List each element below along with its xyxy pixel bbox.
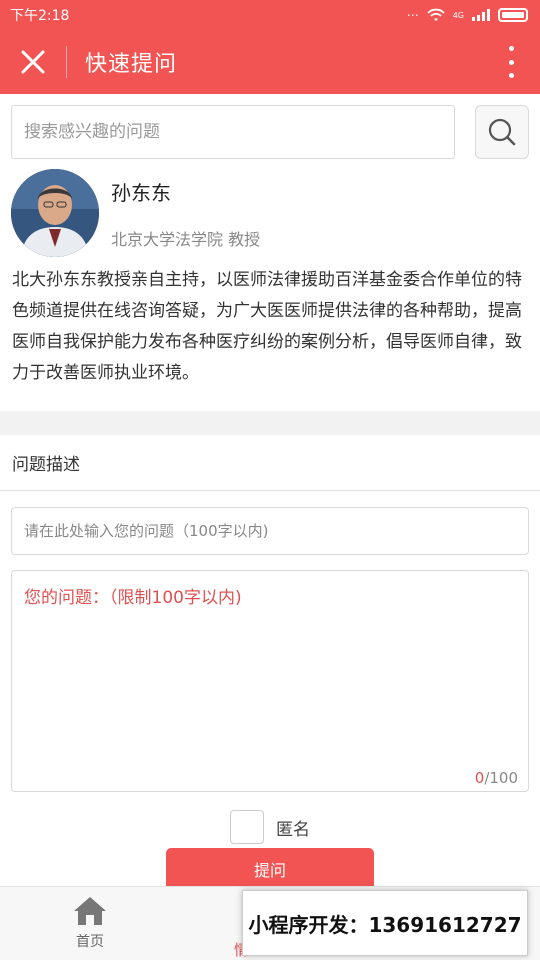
more-dot-icon (508, 59, 514, 65)
battery-icon (498, 8, 528, 22)
status-bar: 下午2:18 ⋯ 4G (0, 0, 540, 30)
search-button[interactable] (475, 105, 529, 159)
status-time: 下午2:18 (10, 8, 70, 24)
wifi-icon (427, 8, 445, 21)
avatar (11, 169, 99, 257)
expert-profile: 孙东东 北京大学法学院 教授 (0, 159, 540, 259)
anonymous-row: 匿名 (0, 808, 540, 846)
signal-icon (472, 9, 490, 21)
char-counter: 0/100 (475, 769, 518, 787)
anonymous-label: 匿名 (276, 819, 310, 840)
question-detail-box: 0/100 (11, 570, 529, 792)
section-title: 问题描述 (0, 435, 540, 491)
expert-introduction: 北大孙东东教授亲自主持，以医师法律援助百洋基金委合作单位的特色频道提供在线咨询答… (12, 270, 522, 383)
search-icon (489, 118, 516, 146)
status-icons: ⋯ 4G (407, 8, 528, 22)
tab-home-label: 首页 (76, 934, 104, 950)
alarm-icon: ⋯ (406, 8, 419, 22)
search-row (0, 94, 540, 159)
question-detail-textarea[interactable] (12, 571, 528, 791)
network-label: 4G (452, 10, 464, 20)
home-icon (74, 897, 106, 925)
close-button[interactable] (0, 30, 66, 94)
tab-home[interactable]: 首页 (50, 895, 130, 951)
anonymous-checkbox[interactable] (230, 810, 264, 844)
char-count-max: /100 (484, 769, 518, 787)
promo-overlay: 小程序开发：13691612727 (242, 890, 528, 956)
search-input[interactable] (11, 105, 456, 159)
page-title: 快速提问 (85, 52, 178, 77)
more-dot-icon (508, 46, 514, 51)
title-bar: 快速提问 (0, 30, 540, 94)
char-count-current: 0 (474, 769, 485, 787)
question-title-input[interactable] (11, 507, 529, 555)
submit-question-button[interactable]: 提问 (166, 848, 374, 890)
more-dot-icon (508, 73, 514, 78)
more-menu-button[interactable] (504, 46, 518, 78)
title-divider (66, 46, 67, 78)
expert-name: 孙东东 (111, 181, 171, 205)
section-divider (0, 411, 540, 435)
profile-info: 孙东东 北京大学法学院 教授 (111, 169, 260, 259)
expert-title: 北京大学法学院 教授 (111, 230, 261, 249)
question-input-wrap (0, 491, 540, 555)
close-icon (21, 50, 45, 74)
